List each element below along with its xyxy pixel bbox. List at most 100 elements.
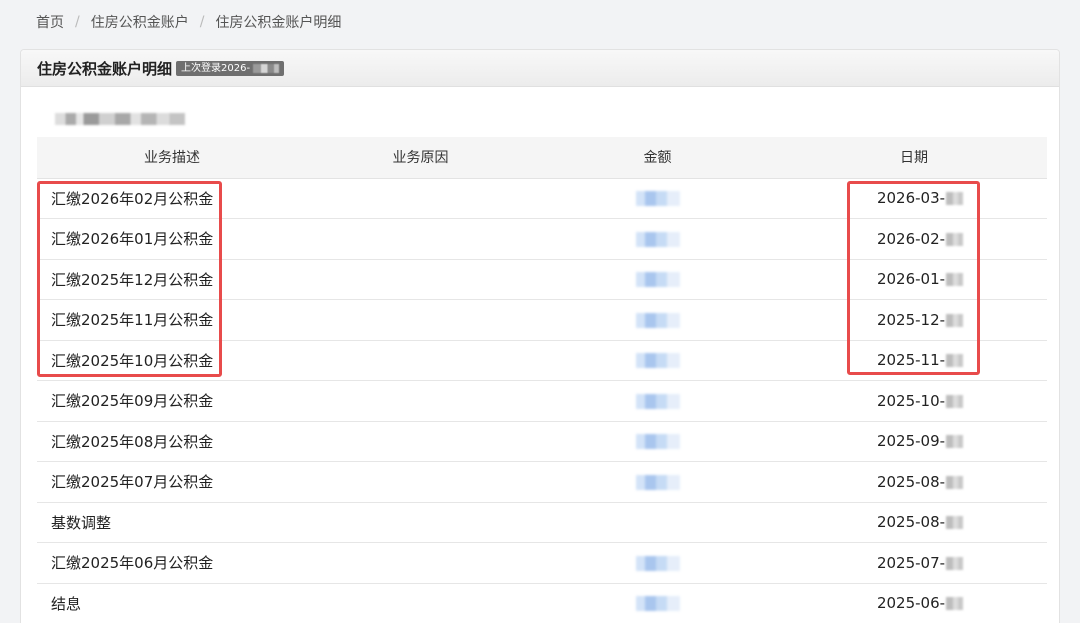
cell-reason: [307, 218, 534, 260]
masked-amount: [635, 555, 680, 571]
table-header-row: 业务描述 业务原因 金额 日期: [37, 137, 1047, 179]
column-header-date: 日期: [781, 137, 1047, 179]
date-text: 2025-10-: [876, 391, 946, 410]
masked-amount: [635, 393, 680, 409]
cell-date: 2025-08-: [781, 502, 1047, 543]
masked-day: [946, 475, 964, 489]
date-text: 2025-06-: [876, 594, 946, 613]
masked-day: [946, 192, 964, 206]
account-detail-panel: 住房公积金账户明细 上次登录2026- 业务描述 业务原因 金额 日期 汇缴20…: [20, 49, 1060, 623]
cell-description: 汇缴2025年06月公积金: [37, 542, 307, 584]
masked-day: [946, 597, 964, 611]
cell-reason: [307, 299, 534, 341]
cell-reason: [307, 461, 534, 503]
cell-date: 2026-03-: [781, 178, 1047, 219]
breadcrumb-account[interactable]: 住房公积金账户: [91, 12, 189, 32]
cell-reason: [307, 502, 534, 543]
date-text: 2025-08-: [876, 472, 946, 491]
table-row: 汇缴2026年01月公积金 2026-02-: [37, 218, 1047, 260]
column-header-amount: 金额: [534, 137, 781, 179]
table-row: 汇缴2025年07月公积金 2025-08-: [37, 461, 1047, 503]
masked-amount: [635, 434, 680, 450]
masked-day: [946, 313, 964, 327]
page-title: 住房公积金账户明细: [37, 59, 173, 78]
cell-description: 汇缴2025年07月公积金: [37, 461, 307, 503]
cell-reason: [307, 421, 534, 462]
masked-amount: [635, 191, 680, 207]
date-text: 2025-12-: [876, 310, 946, 329]
cell-date: 2025-10-: [781, 380, 1047, 422]
last-login-badge: 上次登录2026-: [176, 60, 285, 76]
date-text: 2025-08-: [876, 513, 946, 532]
cell-description: 汇缴2025年12月公积金: [37, 259, 307, 300]
cell-date: 2025-07-: [781, 542, 1047, 584]
table-row: 汇缴2025年08月公积金 2025-09-: [37, 421, 1047, 462]
masked-day: [946, 435, 964, 449]
date-text: 2025-09-: [876, 432, 946, 451]
table-body: 汇缴2026年02月公积金 2026-03- 汇缴2026年01月公积金 2026-0…: [37, 178, 1047, 623]
table-row: 汇缴2025年10月公积金 2025-11-: [37, 340, 1047, 381]
cell-amount: [534, 218, 781, 260]
cell-amount: [534, 259, 781, 300]
last-login-text: 上次登录2026-: [181, 62, 251, 74]
cell-description: 汇缴2025年10月公积金: [37, 340, 307, 381]
date-text: 2025-07-: [876, 553, 946, 572]
masked-day: [946, 556, 964, 570]
date-text: 2026-02-: [876, 229, 946, 248]
breadcrumb-separator: /: [199, 14, 205, 30]
panel-header: 住房公积金账户明细 上次登录2026-: [21, 50, 1059, 87]
cell-amount: [534, 380, 781, 422]
cell-reason: [307, 583, 534, 623]
masked-amount: [635, 272, 680, 288]
masked-account-number: [55, 113, 185, 125]
masked-amount: [635, 353, 680, 369]
table-row: 汇缴2025年11月公积金 2025-12-: [37, 299, 1047, 341]
masked-amount: [635, 474, 680, 490]
cell-date: 2025-06-: [781, 583, 1047, 623]
masked-day: [946, 273, 964, 287]
cell-amount: [534, 502, 781, 543]
cell-amount: [534, 340, 781, 381]
cell-date: 2026-02-: [781, 218, 1047, 260]
cell-description: 基数调整: [37, 502, 307, 543]
date-text: 2025-11-: [876, 351, 946, 370]
detail-table: 业务描述 业务原因 金额 日期 汇缴2026年02月公积金 2026-03- 汇缴2…: [37, 137, 1047, 623]
cell-description: 汇缴2026年02月公积金: [37, 178, 307, 219]
cell-reason: [307, 178, 534, 219]
cell-amount: [534, 299, 781, 341]
cell-description: 汇缴2025年11月公积金: [37, 299, 307, 341]
date-text: 2026-01-: [876, 270, 946, 289]
cell-reason: [307, 340, 534, 381]
table-row: 汇缴2025年12月公积金 2026-01-: [37, 259, 1047, 300]
cell-description: 汇缴2025年08月公积金: [37, 421, 307, 462]
table-row: 汇缴2026年02月公积金 2026-03-: [37, 178, 1047, 219]
masked-day: [946, 232, 964, 246]
date-text: 2026-03-: [876, 189, 946, 208]
breadcrumb-current: 住房公积金账户明细: [215, 15, 342, 31]
cell-date: 2026-01-: [781, 259, 1047, 300]
breadcrumb: 首页 / 住房公积金账户 / 住房公积金账户明细: [36, 12, 341, 32]
table-row: 汇缴2025年09月公积金 2025-10-: [37, 380, 1047, 422]
masked-day: [946, 394, 964, 408]
masked-login-time: [253, 63, 280, 73]
table-row: 基数调整 2025-08-: [37, 502, 1047, 543]
cell-reason: [307, 380, 534, 422]
cell-amount: [534, 421, 781, 462]
table-row: 结息 2025-06-: [37, 583, 1047, 623]
cell-date: 2025-08-: [781, 461, 1047, 503]
table-row: 汇缴2025年06月公积金 2025-07-: [37, 542, 1047, 584]
masked-amount: [635, 231, 680, 247]
cell-amount: [534, 461, 781, 503]
cell-amount: [534, 542, 781, 584]
column-header-description: 业务描述: [37, 137, 307, 179]
cell-amount: [534, 178, 781, 219]
cell-description: 汇缴2026年01月公积金: [37, 218, 307, 260]
masked-day: [946, 354, 964, 368]
masked-amount: [635, 312, 680, 328]
breadcrumb-home[interactable]: 首页: [36, 12, 64, 32]
cell-reason: [307, 259, 534, 300]
masked-amount: [635, 596, 680, 612]
cell-description: 汇缴2025年09月公积金: [37, 380, 307, 422]
cell-date: 2025-12-: [781, 299, 1047, 341]
masked-day: [946, 516, 964, 530]
